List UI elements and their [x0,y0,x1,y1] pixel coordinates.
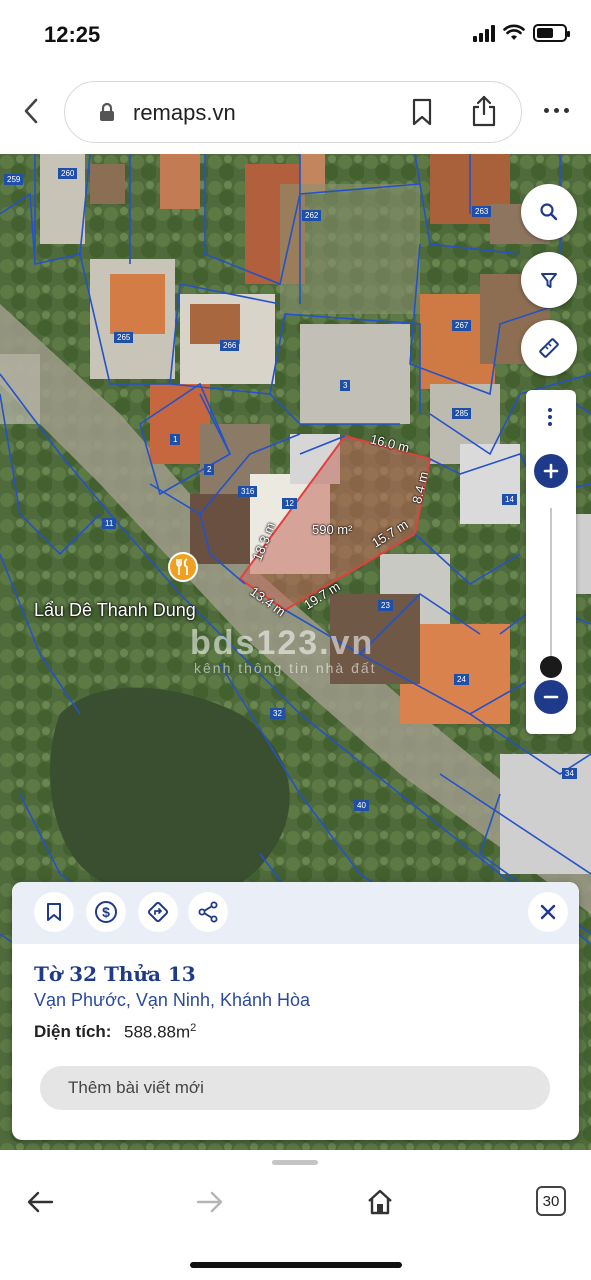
browser-toolbar: remaps.vn [0,70,591,154]
zoom-slider-track[interactable] [550,508,552,668]
zoom-in-button[interactable] [534,454,568,488]
more-vertical-icon[interactable] [548,408,552,426]
parcel-number[interactable]: 3 [340,380,351,391]
add-new-post-label: Thêm bài viết mới [68,1078,204,1097]
parcel-number[interactable]: 259 [4,174,24,185]
home-indicator [190,1262,402,1268]
parcel-number[interactable]: 265 [114,332,134,343]
zoom-in-icon [543,463,559,479]
zoom-control [526,390,576,734]
share-icon [472,95,496,127]
parcel-number[interactable]: 2 [204,464,215,475]
tabs-button[interactable]: 30 [536,1186,566,1216]
add-new-post-button[interactable]: Thêm bài viết mới [40,1066,550,1110]
parcel-area-label: 590 m² [312,522,353,537]
search-icon [540,203,558,221]
status-icons [473,24,570,42]
share-button[interactable] [471,95,497,132]
battery-icon [533,24,570,42]
parcel-number[interactable]: 260 [58,168,78,179]
browser-back-button[interactable] [16,96,46,126]
dollar-icon: $ [95,901,117,923]
url-text: remaps.vn [133,100,236,125]
price-button[interactable]: $ [86,892,126,932]
directions-icon [147,901,169,923]
parcel-number[interactable]: 266 [220,340,240,351]
home-button[interactable] [364,1186,396,1218]
bookmark-icon [412,98,432,126]
save-button[interactable] [34,892,74,932]
zoom-slider-knob[interactable] [540,656,562,678]
restaurant-pin-icon[interactable] [168,552,198,582]
parcel-number[interactable]: 14 [502,494,517,505]
area-label: Diện tích: [34,1022,112,1041]
card-toolbar: $ [12,882,579,944]
parcel-number[interactable]: 23 [378,600,393,611]
parcel-number[interactable]: 316 [238,486,258,497]
watermark-subtitle: kênh thông tin nhà đất [194,660,377,676]
filter-icon [541,273,557,288]
directions-button[interactable] [138,892,178,932]
forward-button[interactable] [194,1186,226,1218]
status-bar: 12:25 [0,0,591,70]
bookmark-icon [47,903,61,921]
parcel-number[interactable]: 40 [354,800,369,811]
parcel-number[interactable]: 267 [452,320,472,331]
parcel-number[interactable]: 1 [170,434,181,445]
close-button[interactable] [528,892,568,932]
zoom-out-icon [543,695,559,699]
share-location-button[interactable] [188,892,228,932]
parcel-title: Tờ 32 Thửa 13 [34,962,196,986]
zoom-out-button[interactable] [534,680,568,714]
parcel-number[interactable]: 34 [562,768,577,779]
parcel-address: Vạn Phước, Vạn Ninh, Khánh Hòa [34,990,311,1010]
grab-handle[interactable] [272,1160,318,1165]
search-button[interactable] [521,184,577,240]
arrow-right-icon [196,1191,223,1213]
parcel-number[interactable]: 24 [454,674,469,685]
close-icon [540,904,556,920]
share-icon [198,901,218,923]
measure-button[interactable] [521,320,577,376]
poi-label[interactable]: Lẩu Dê Thanh Dung [34,600,196,621]
area-value: 588.88m2 [124,1022,197,1042]
parcel-number[interactable]: 11 [102,518,117,529]
chevron-left-icon [24,98,38,124]
browser-bottom-toolbar: 30 [0,1150,591,1280]
lock-icon [100,102,114,121]
parcel-number[interactable]: 262 [302,210,322,221]
cellular-signal-icon [473,24,495,42]
watermark: bds123.vn [190,624,375,662]
filter-button[interactable] [521,252,577,308]
parcel-number[interactable]: 263 [472,206,492,217]
status-time: 12:25 [44,22,101,47]
arrow-left-icon [27,1191,54,1213]
back-button[interactable] [24,1186,56,1218]
home-icon [368,1189,392,1215]
parcel-number[interactable]: 32 [270,708,285,719]
parcel-number[interactable]: 12 [282,498,297,509]
wifi-icon [503,24,525,40]
parcel-info-card: $ Tờ 32 Thửa 13 Vạn Phước, Vạn Ninh, Khá… [12,882,579,1140]
parcel-number[interactable]: 285 [452,408,472,419]
bookmark-button[interactable] [411,98,433,131]
ruler-icon [539,338,559,358]
svg-text:$: $ [102,904,110,920]
more-options-button[interactable] [544,108,569,113]
address-bar[interactable]: remaps.vn [64,81,522,143]
